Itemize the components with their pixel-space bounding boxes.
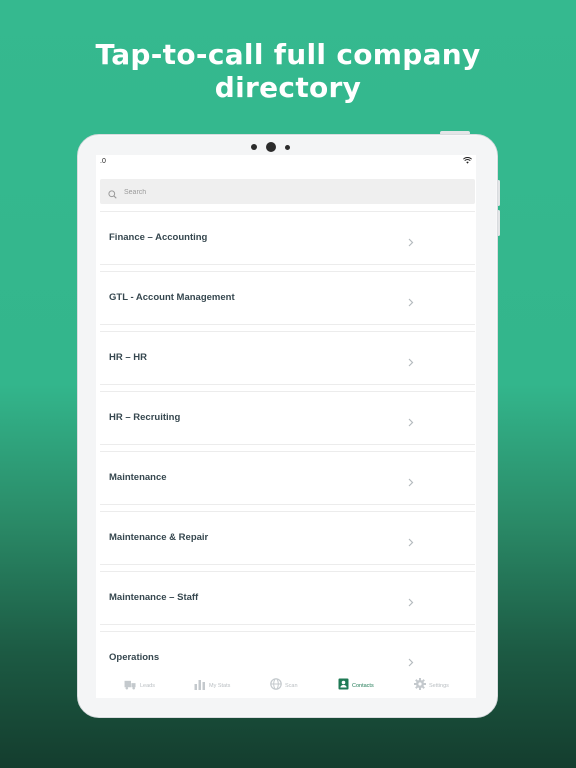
tab-leads[interactable]: Leads — [124, 673, 155, 698]
tab-contacts[interactable]: Contacts — [338, 673, 374, 698]
status-time: .0 — [100, 158, 106, 165]
sensor-dot-small — [285, 145, 290, 150]
tab-settings[interactable]: Settings — [414, 673, 449, 698]
department-label: HR – Recruiting — [109, 412, 181, 423]
contact-card-icon — [338, 677, 349, 695]
chevron-right-icon — [408, 594, 414, 612]
department-row[interactable]: Finance – Accounting — [100, 211, 475, 265]
bar-chart-icon — [194, 677, 206, 695]
department-row[interactable]: GTL - Account Management — [100, 271, 475, 325]
search-icon — [108, 186, 117, 204]
headline: Tap-to-call full company directory — [0, 38, 576, 104]
department-row[interactable]: Maintenance – Staff — [100, 571, 475, 625]
department-row[interactable]: HR – HR — [100, 331, 475, 385]
chevron-right-icon — [408, 234, 414, 252]
headline-line2: directory — [214, 71, 362, 104]
gear-icon — [414, 677, 426, 695]
department-row[interactable]: Maintenance — [100, 451, 475, 505]
department-label: GTL - Account Management — [109, 292, 235, 303]
tab-scan[interactable]: Scan — [270, 673, 298, 698]
tab-label: Scan — [285, 682, 298, 689]
status-bar: .0 — [96, 155, 476, 169]
chevron-right-icon — [408, 414, 414, 432]
chevron-right-icon — [408, 294, 414, 312]
headline-line1: Tap-to-call full company — [95, 38, 481, 71]
app-screen: .0 Finance – Accounting GTL - Account Man… — [96, 155, 476, 698]
search-input[interactable] — [122, 179, 456, 206]
globe-icon — [270, 677, 282, 695]
tab-label: Contacts — [352, 682, 374, 689]
camera-icon — [266, 142, 276, 152]
chevron-right-icon — [408, 474, 414, 492]
department-label: Maintenance – Staff — [109, 592, 199, 603]
department-label: Operations — [109, 652, 160, 663]
department-row[interactable]: Maintenance & Repair — [100, 511, 475, 565]
chevron-right-icon — [408, 354, 414, 372]
tab-my-stats[interactable]: My Stats — [194, 673, 230, 698]
department-label: Maintenance — [109, 472, 167, 483]
department-label: Maintenance & Repair — [109, 532, 209, 543]
search-bar[interactable] — [100, 179, 475, 206]
sensor-dot — [251, 144, 257, 150]
tab-label: Settings — [429, 682, 449, 689]
chevron-right-icon — [408, 654, 414, 672]
chevron-right-icon — [408, 534, 414, 552]
tab-label: My Stats — [209, 682, 231, 689]
truck-icon — [124, 677, 137, 695]
department-row[interactable]: HR – Recruiting — [100, 391, 475, 445]
department-label: HR – HR — [109, 352, 148, 363]
tab-bar: Leads My Stats Scan Contacts Settings — [96, 673, 476, 698]
department-list: Finance – Accounting GTL - Account Manage… — [96, 211, 476, 691]
wifi-icon — [463, 157, 472, 166]
tab-label: Leads — [140, 682, 155, 689]
department-label: Finance – Accounting — [109, 232, 208, 243]
